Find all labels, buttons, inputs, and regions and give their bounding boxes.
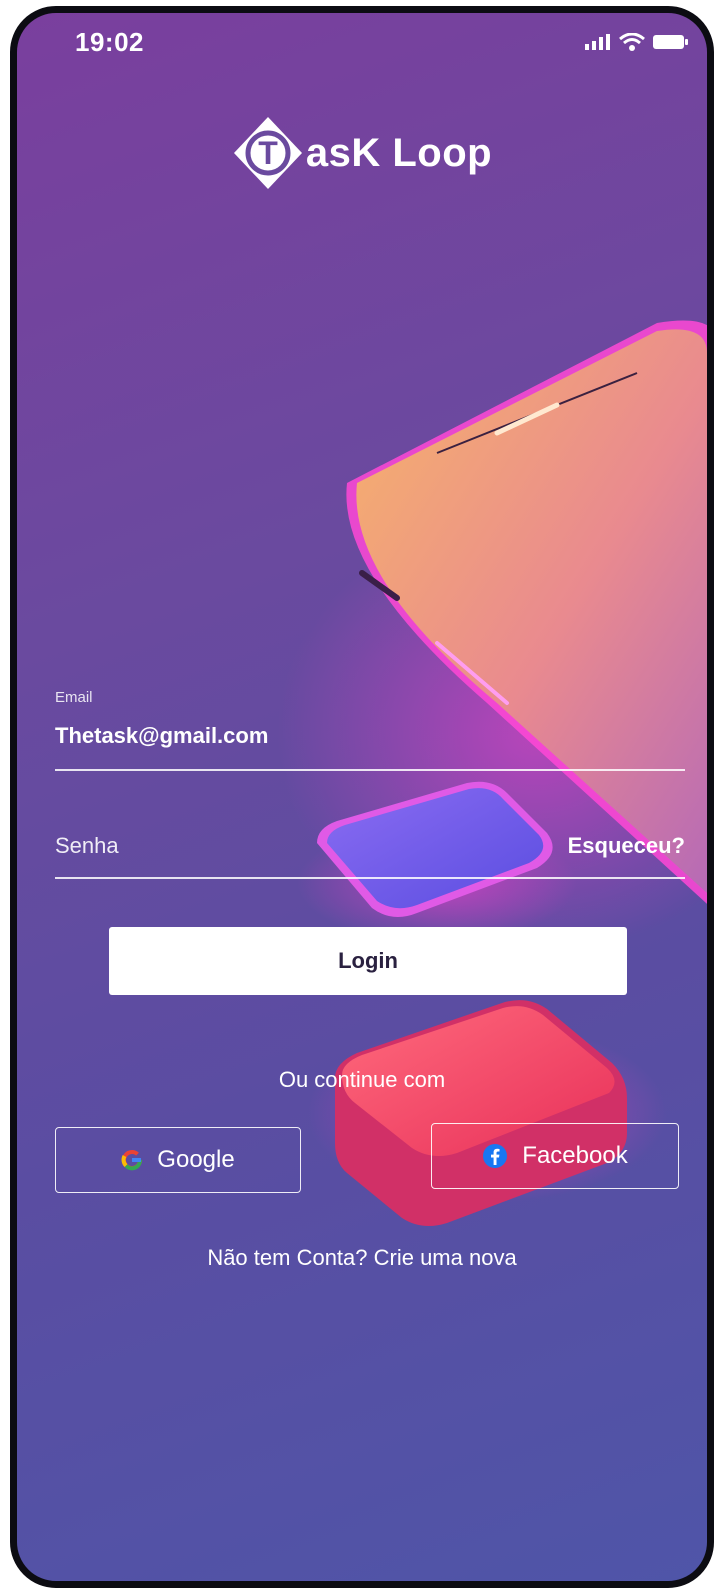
social-divider-text: Ou continue com <box>278 1067 446 1092</box>
password-placeholder[interactable]: Senha <box>55 833 119 859</box>
app-logo: T asK Loop <box>17 115 707 191</box>
facebook-button[interactable]: Facebook <box>431 1123 679 1189</box>
facebook-label: Facebook <box>522 1142 628 1169</box>
status-icons <box>585 33 689 51</box>
wifi-icon <box>619 33 645 51</box>
google-label: Google <box>157 1146 235 1173</box>
status-bar: 19:02 <box>17 13 707 73</box>
signup-link[interactable]: Não tem Conta? Crie uma nova <box>17 1245 707 1271</box>
app-name: asK Loop <box>305 130 493 175</box>
facebook-icon <box>483 1144 508 1168</box>
battery-icon <box>653 35 688 49</box>
logo-letter: T <box>258 135 278 171</box>
logo-icon: T <box>233 117 302 189</box>
phone-frame: 19:02 T asK Loop Email Thetask@gmail.com… <box>10 6 714 1588</box>
status-time: 19:02 <box>75 27 144 57</box>
email-value[interactable]: Thetask@gmail.com <box>55 723 268 749</box>
login-button[interactable]: Login <box>109 927 627 995</box>
signal-icon <box>585 34 610 50</box>
background-illustration <box>277 320 707 1227</box>
password-field[interactable]: Senha Esqueceu? <box>55 813 685 879</box>
email-label: Email <box>55 689 93 706</box>
forgot-password-link[interactable]: Esqueceu? <box>568 833 685 859</box>
google-button[interactable]: Google <box>55 1127 301 1193</box>
email-field[interactable]: Email Thetask@gmail.com <box>55 689 685 771</box>
google-icon <box>121 1150 143 1171</box>
